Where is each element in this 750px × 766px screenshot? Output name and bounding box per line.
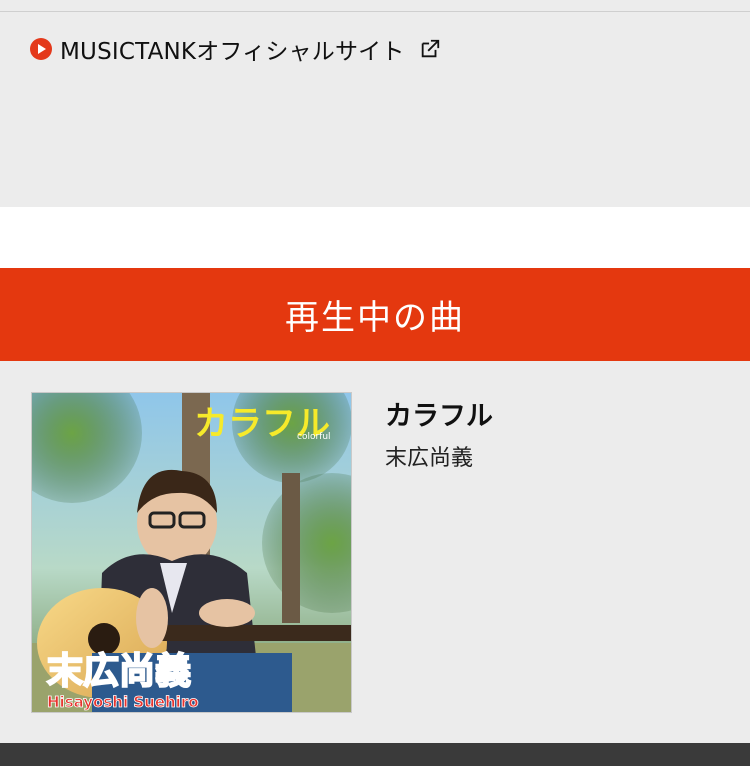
official-site-link[interactable]: MUSICTANKオフィシャルサイト (30, 34, 441, 65)
now-playing-track: カラフル colorful 末広尚義 Hisayoshi Suehiro カラフ… (0, 361, 750, 743)
album-jacket[interactable]: カラフル colorful 末広尚義 Hisayoshi Suehiro (31, 392, 352, 713)
now-playing-title: 再生中の曲 (285, 298, 465, 338)
official-link-section: MUSICTANKオフィシャルサイト (0, 12, 750, 207)
jacket-artist-jp: 末広尚義 (47, 651, 191, 692)
jacket-artist-en: Hisayoshi Suehiro (47, 693, 199, 711)
spacer-band (0, 207, 750, 268)
footer-bar (0, 743, 750, 766)
jacket-subtitle-text: colorful (297, 432, 331, 442)
external-link-icon (421, 39, 439, 58)
page: MUSICTANKオフィシャルサイト 再生中の曲 カラフル colorful 末… (0, 0, 750, 766)
top-divider (0, 0, 750, 12)
play-circle-icon (30, 38, 52, 60)
now-playing-header: 再生中の曲 (0, 268, 750, 361)
album-jacket-art: カラフル colorful 末広尚義 Hisayoshi Suehiro (32, 393, 351, 712)
official-site-link-label: MUSICTANKオフィシャルサイト (60, 39, 405, 65)
track-artist: 末広尚義 (385, 446, 474, 471)
track-title: カラフル (385, 401, 493, 432)
